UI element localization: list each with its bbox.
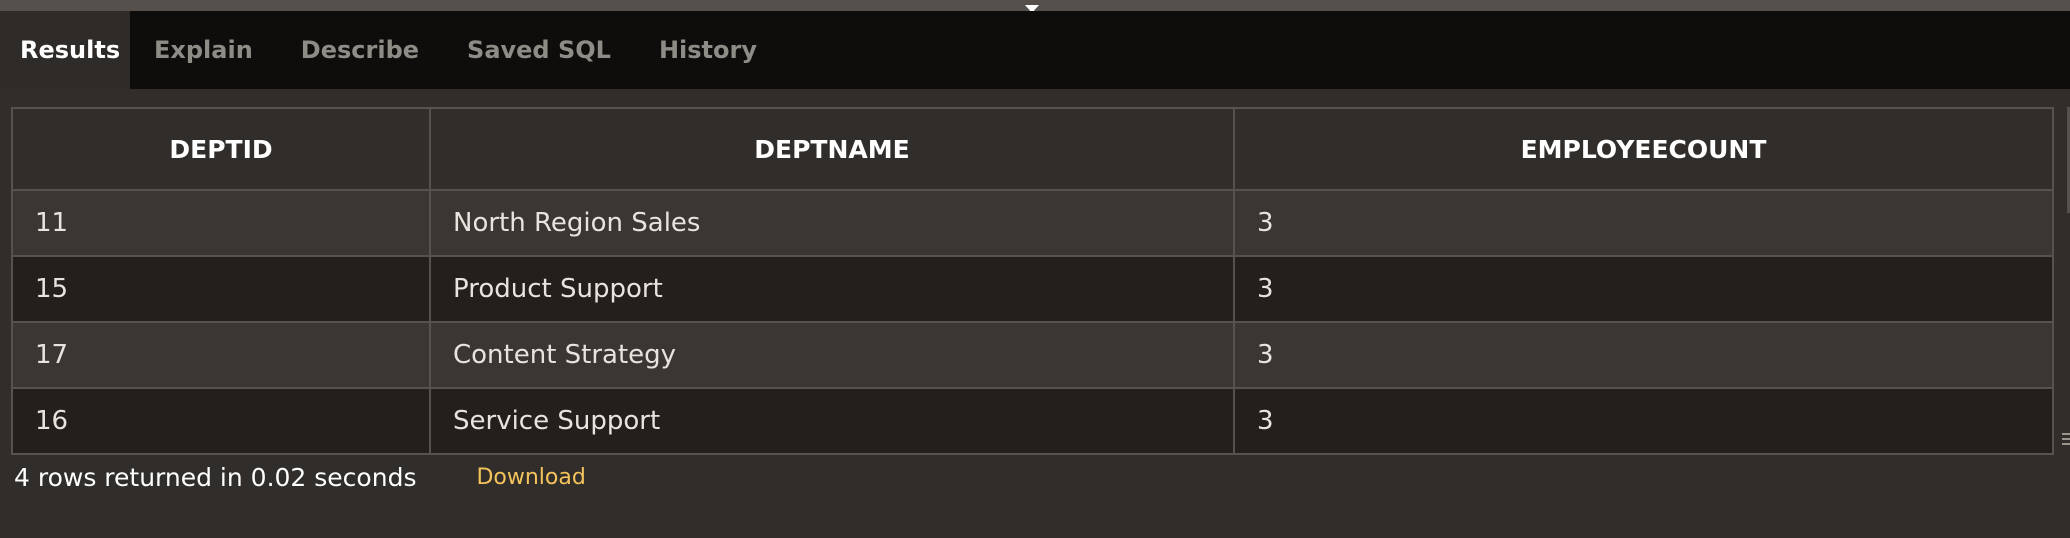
- column-header-deptid[interactable]: DEPTID: [11, 107, 431, 191]
- cell-employeecount: 3: [1233, 321, 2054, 389]
- table-row: 11 North Region Sales 3: [11, 189, 2054, 257]
- cell-deptname: Content Strategy: [429, 321, 1235, 389]
- column-header-deptname[interactable]: DEPTNAME: [429, 107, 1235, 191]
- table-header-row: DEPTID DEPTNAME EMPLOYEECOUNT: [11, 107, 2054, 191]
- tab-history[interactable]: History: [635, 11, 781, 89]
- table-row: 16 Service Support 3: [11, 387, 2054, 455]
- results-tab-bar: Results Explain Describe Saved SQL Histo…: [0, 11, 2070, 89]
- cell-deptname: Service Support: [429, 387, 1235, 455]
- cell-deptid: 11: [11, 189, 431, 257]
- resize-grip-icon[interactable]: [2062, 430, 2070, 448]
- tab-saved-sql[interactable]: Saved SQL: [443, 11, 635, 89]
- cell-employeecount: 3: [1233, 387, 2054, 455]
- tab-explain[interactable]: Explain: [130, 11, 277, 89]
- cell-deptid: 15: [11, 255, 431, 323]
- column-header-employeecount[interactable]: EMPLOYEECOUNT: [1233, 107, 2054, 191]
- cell-deptname: North Region Sales: [429, 189, 1235, 257]
- cell-deptid: 17: [11, 321, 431, 389]
- tab-describe[interactable]: Describe: [277, 11, 443, 89]
- cell-deptid: 16: [11, 387, 431, 455]
- splitter-handle-icon[interactable]: [1022, 0, 1042, 13]
- cell-employeecount: 3: [1233, 255, 2054, 323]
- rows-returned-text: 4 rows returned in 0.02 seconds: [14, 462, 417, 492]
- cell-employeecount: 3: [1233, 189, 2054, 257]
- results-status-bar: 4 rows returned in 0.02 seconds Download: [14, 459, 586, 495]
- download-link[interactable]: Download: [476, 465, 585, 490]
- results-table: DEPTID DEPTNAME EMPLOYEECOUNT 11 North R…: [11, 107, 2054, 455]
- tab-results[interactable]: Results: [0, 11, 130, 89]
- cell-deptname: Product Support: [429, 255, 1235, 323]
- table-row: 15 Product Support 3: [11, 255, 2054, 323]
- table-row: 17 Content Strategy 3: [11, 321, 2054, 389]
